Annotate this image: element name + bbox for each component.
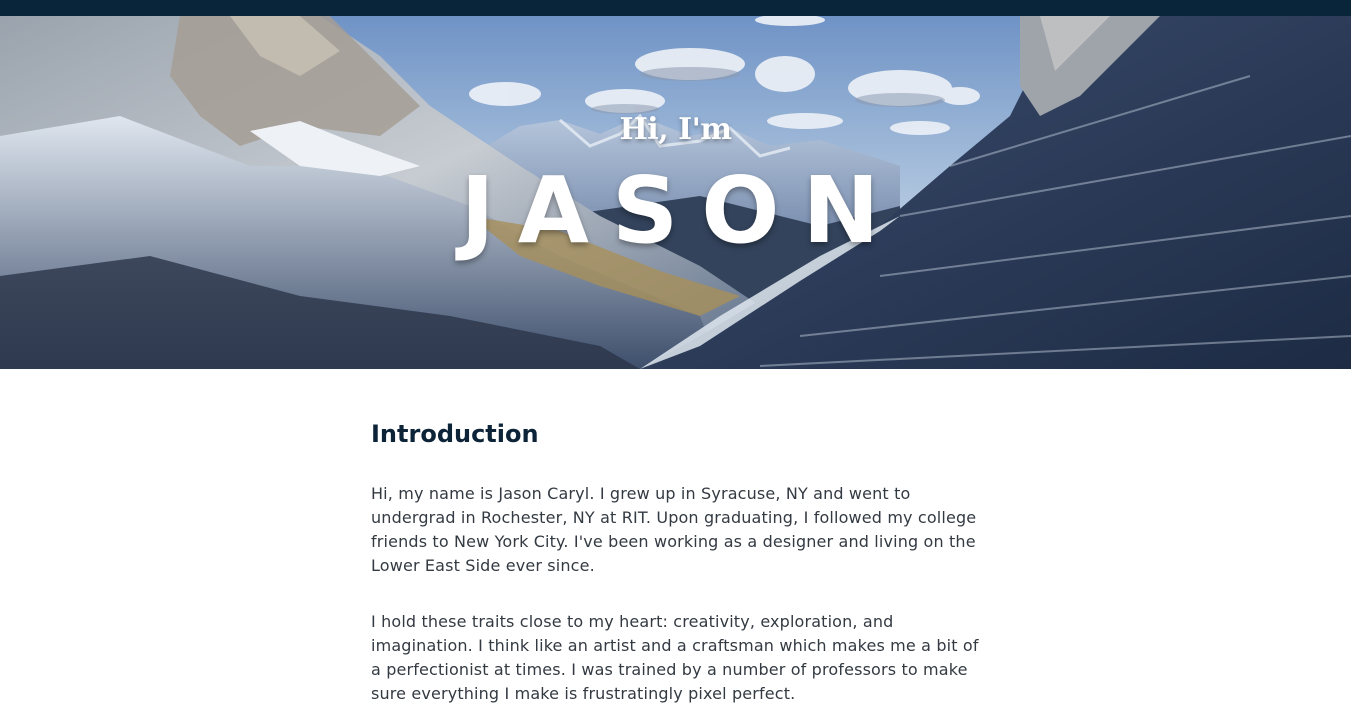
section-title: Introduction bbox=[371, 420, 539, 448]
main-content: Introduction Hi, my name is Jason Caryl.… bbox=[371, 410, 981, 706]
hero-greeting: Hi, I'm bbox=[619, 112, 732, 147]
hero-banner: Hi, I'm JASON bbox=[0, 16, 1351, 369]
intro-paragraph: Hi, my name is Jason Caryl. I grew up in… bbox=[371, 484, 977, 575]
intro-paragraph: I hold these traits close to my heart: c… bbox=[371, 612, 979, 703]
hero-name: JASON bbox=[460, 157, 903, 264]
top-bar bbox=[0, 0, 1351, 16]
